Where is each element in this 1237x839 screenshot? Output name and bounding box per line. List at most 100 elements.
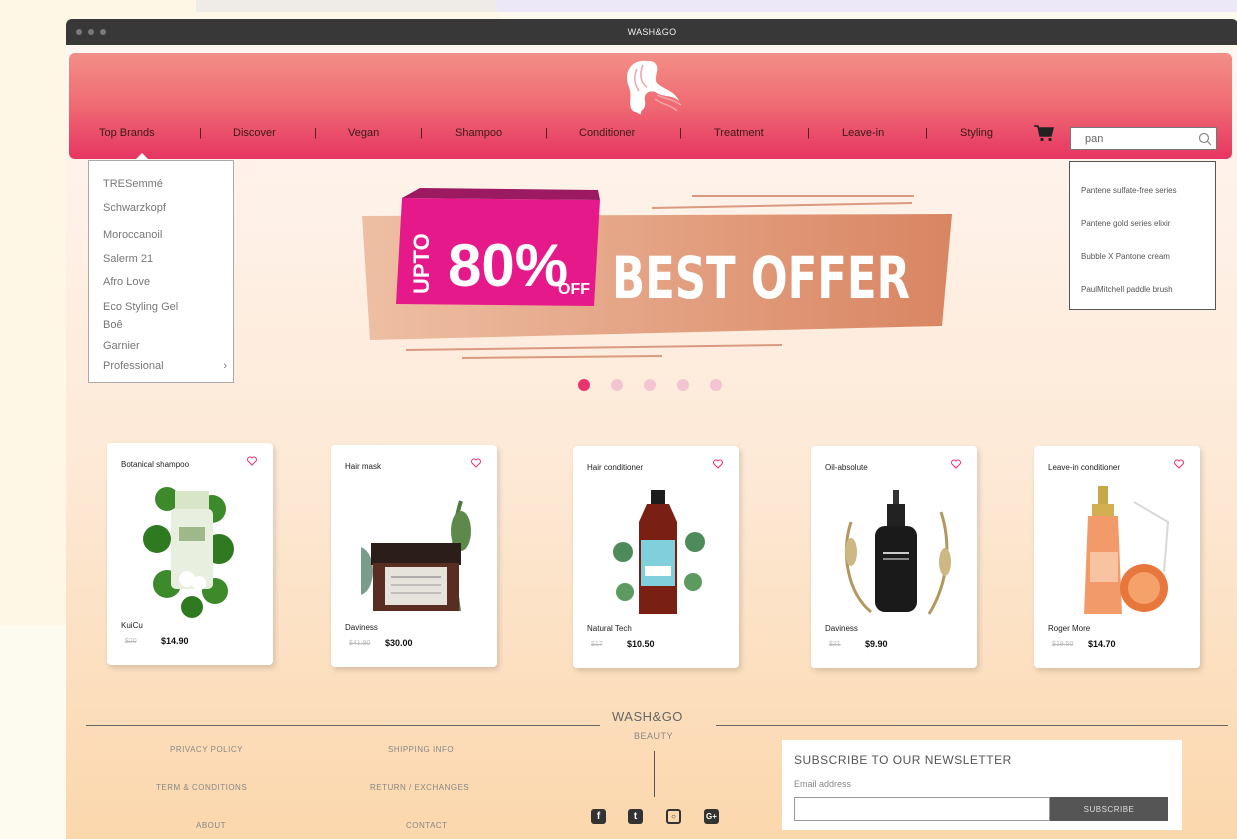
brand-menu-item[interactable]: Salerm 21 — [103, 253, 153, 265]
window-title: WASH&GO — [627, 27, 677, 37]
newsletter-title: SUBSCRIBE TO OUR NEWSLETTER — [794, 753, 1012, 767]
product-old-price: $19.50 — [1052, 641, 1074, 648]
window-titlebar: WASH&GO — [66, 19, 1237, 45]
instagram-icon[interactable]: ○ — [666, 809, 681, 824]
product-image — [1084, 486, 1170, 614]
nav-separator: | — [314, 127, 317, 139]
heart-icon[interactable] — [1174, 459, 1184, 469]
heart-icon[interactable] — [471, 458, 481, 468]
brand-menu-item[interactable]: Boê — [103, 319, 123, 331]
email-field[interactable] — [794, 797, 1050, 821]
product-brand: Daviness — [825, 624, 858, 633]
nav-treatment[interactable]: Treatment — [714, 127, 764, 139]
product-title: Botanical shampoo — [121, 460, 190, 469]
nav-leave-in[interactable]: Leave-in — [842, 127, 884, 139]
product-image — [143, 487, 234, 618]
search-suggestions: Pantene sulfate-free series Pantene gold… — [1069, 161, 1216, 310]
product-old-price: $21 — [829, 641, 841, 648]
banner-off-text: OFF — [558, 281, 590, 298]
newsletter-box: SUBSCRIBE TO OUR NEWSLETTER Email addres… — [782, 740, 1182, 830]
footer-vertical-divider — [654, 751, 655, 797]
footer-logo[interactable]: WASH&GO — [612, 709, 683, 724]
suggestion-item[interactable]: Pantene sulfate-free series — [1081, 186, 1177, 195]
window-zoom-dot[interactable] — [100, 29, 106, 35]
heart-icon[interactable] — [713, 459, 723, 469]
search-input[interactable] — [1071, 128, 1189, 149]
banner-percent-text: 80% — [448, 232, 568, 299]
product-card[interactable]: Oil-absolute Daviness $21 $9.90 — [811, 446, 977, 668]
product-title: Hair mask — [345, 462, 382, 471]
shopping-cart-icon[interactable] — [1033, 124, 1055, 142]
suggestion-item[interactable]: Pantene gold series elixir — [1081, 219, 1170, 228]
nav-separator: | — [199, 127, 202, 139]
product-image — [361, 500, 471, 612]
product-title: Leave-in conditioner — [1048, 463, 1121, 472]
brand-menu-item[interactable]: Eco Styling Gel — [103, 301, 178, 313]
carousel-dot[interactable] — [677, 379, 689, 391]
footer-divider-left — [86, 725, 600, 726]
browser-window: WASH&GO Top Brands | Discover | Vegan | … — [66, 19, 1237, 839]
nav-separator: | — [545, 127, 548, 139]
nav-separator: | — [679, 127, 682, 139]
footer-link-about[interactable]: ABOUT — [196, 821, 226, 830]
window-minimize-dot[interactable] — [88, 29, 94, 35]
product-old-price: $20 — [125, 638, 137, 645]
nav-top-brands[interactable]: Top Brands — [99, 127, 155, 139]
suggestion-item[interactable]: PaulMitchell paddle brush — [1081, 285, 1173, 294]
brand-menu-item[interactable]: TRESemmé — [103, 178, 163, 190]
twitter-icon[interactable]: t — [628, 809, 643, 824]
product-price: $14.70 — [1088, 639, 1116, 649]
heart-icon[interactable] — [951, 459, 961, 469]
brand-menu-item[interactable]: Moroccanoil — [103, 229, 162, 241]
product-card[interactable]: Leave-in conditioner Roger More $19.50 $… — [1034, 446, 1200, 668]
product-card[interactable]: Botanical shampoo KuiCu $20 $14.90 — [107, 443, 273, 665]
brand-menu-item[interactable]: Afro Love — [103, 276, 150, 288]
window-close-dot[interactable] — [76, 29, 82, 35]
product-old-price: $41.90 — [349, 640, 371, 647]
facebook-icon[interactable]: f — [591, 809, 606, 824]
footer-link-contact[interactable]: CONTACT — [406, 821, 448, 830]
nav-vegan[interactable]: Vegan — [348, 127, 379, 139]
footer-link-privacy[interactable]: PRIVACY POLICY — [170, 745, 243, 754]
nav-shampoo[interactable]: Shampoo — [455, 127, 502, 139]
product-brand: Roger More — [1048, 624, 1091, 633]
nav-conditioner[interactable]: Conditioner — [579, 127, 635, 139]
search-icon[interactable] — [1198, 132, 1212, 146]
nav-styling[interactable]: Styling — [960, 127, 993, 139]
chevron-right-icon[interactable]: › — [223, 360, 227, 372]
product-brand: Natural Tech — [587, 624, 632, 633]
product-old-price: $17 — [591, 641, 603, 648]
google-plus-icon[interactable]: G+ — [704, 809, 719, 824]
footer-tagline: BEAUTY — [634, 731, 674, 741]
subscribe-button[interactable]: SUBSCRIBE — [1050, 797, 1168, 821]
carousel-indicators — [578, 379, 738, 391]
promo-banner[interactable]: UPTO 80% OFF BEST OFFER — [362, 186, 952, 361]
nav-separator: | — [420, 127, 423, 139]
hair-logo-icon[interactable] — [617, 55, 683, 117]
carousel-dot[interactable] — [644, 379, 656, 391]
carousel-dot[interactable] — [578, 379, 590, 391]
product-card[interactable]: Hair mask Daviness $41.90 $30.00 — [331, 445, 497, 667]
banner-upto-text: UPTO — [409, 233, 434, 294]
carousel-dot[interactable] — [710, 379, 722, 391]
nav-separator: | — [925, 127, 928, 139]
banner-headline: BEST OFFER — [612, 244, 910, 312]
brand-menu-item[interactable]: Schwarzkopf — [103, 202, 166, 214]
footer-link-returns[interactable]: RETURN / EXCHANGES — [370, 783, 469, 792]
nav-separator: | — [807, 127, 810, 139]
carousel-dot[interactable] — [611, 379, 623, 391]
footer-link-shipping[interactable]: SHIPPING INFO — [388, 745, 454, 754]
page-backdrop-top — [196, 0, 496, 12]
product-image — [844, 490, 951, 615]
product-title: Hair conditioner — [587, 463, 644, 472]
brand-menu-item[interactable]: Garnier — [103, 340, 140, 352]
product-card[interactable]: Hair conditioner Natural Tech $17 $10.50 — [573, 446, 739, 668]
product-price: $9.90 — [865, 639, 888, 649]
brand-menu-item[interactable]: Professional — [103, 360, 164, 372]
suggestion-item[interactable]: Bubble X Pantone cream — [1081, 252, 1170, 261]
footer-divider-right — [716, 725, 1228, 726]
nav-discover[interactable]: Discover — [233, 127, 276, 139]
heart-icon[interactable] — [247, 456, 257, 466]
footer-link-terms[interactable]: TERM & CONDITIONS — [156, 783, 247, 792]
dropdown-caret — [135, 153, 149, 160]
